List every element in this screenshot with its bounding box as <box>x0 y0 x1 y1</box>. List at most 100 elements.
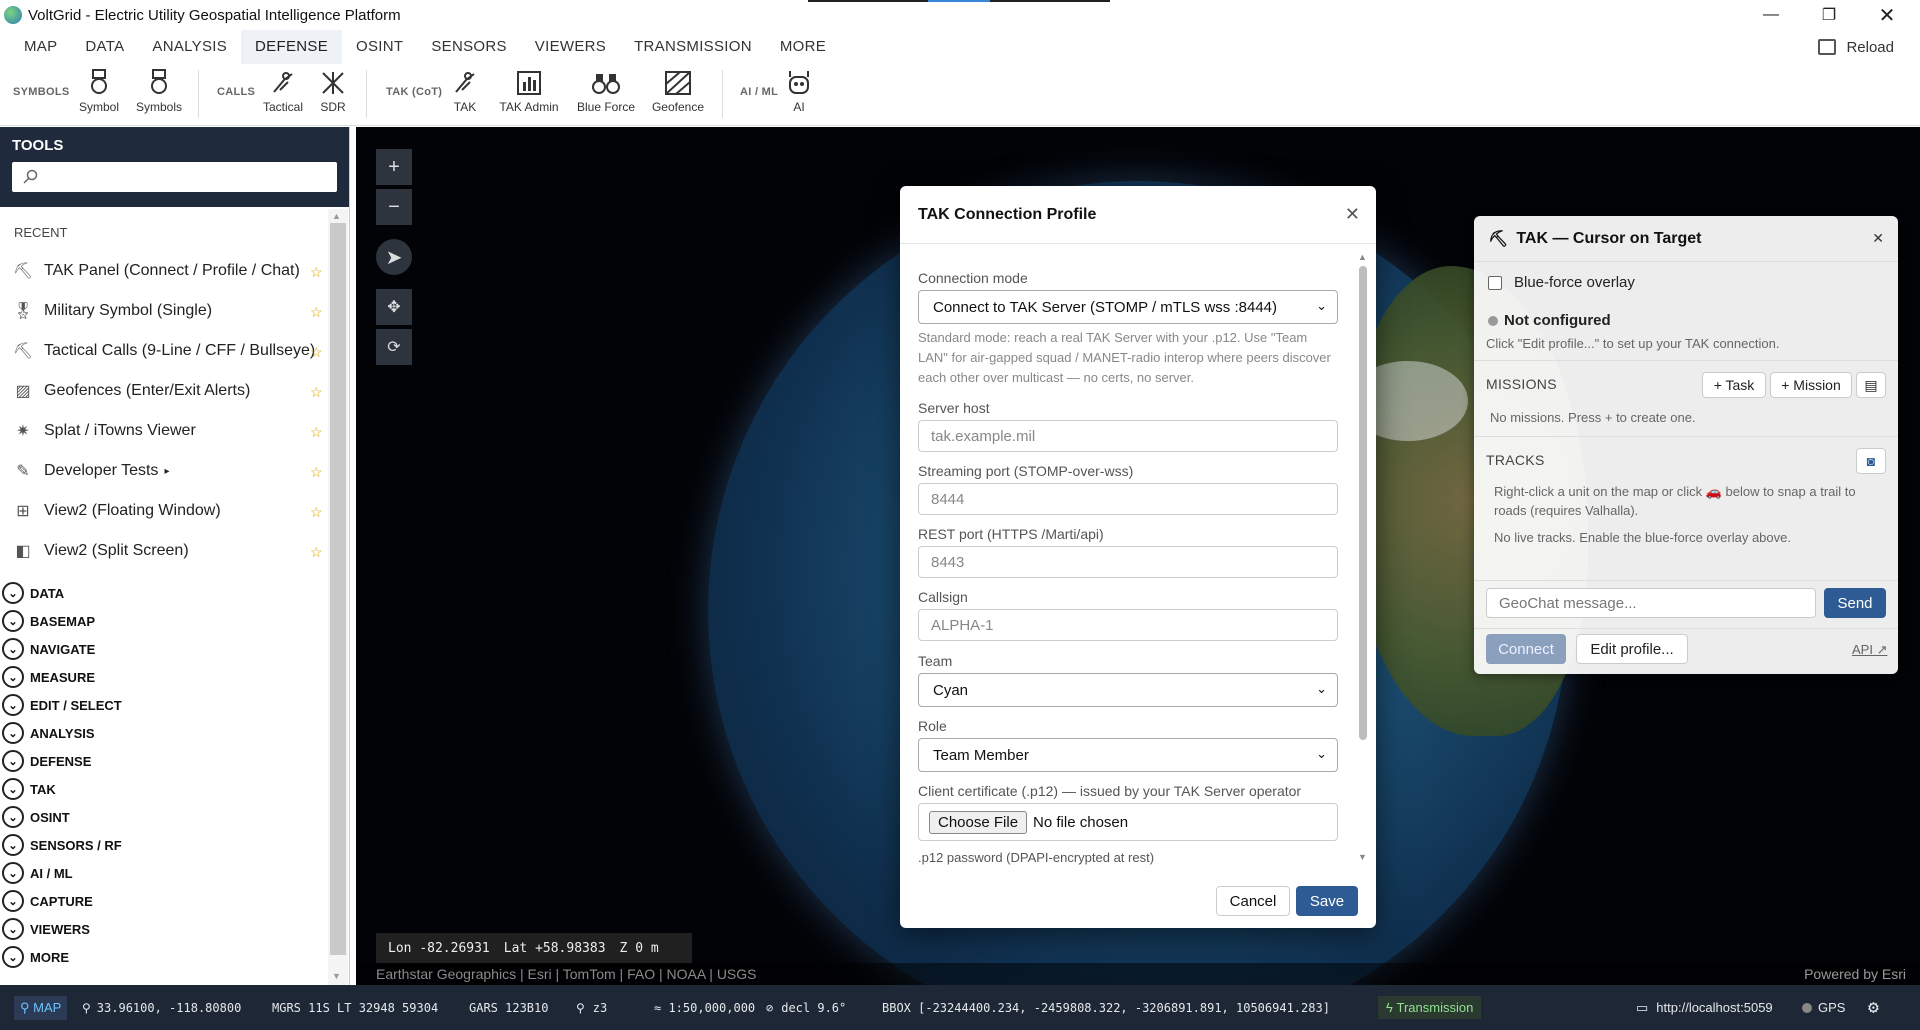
category-more[interactable]: ⌄ MORE <box>2 945 69 969</box>
save-button[interactable]: Save <box>1296 886 1358 916</box>
callsign-input[interactable]: ALPHA-1 <box>918 609 1338 641</box>
star-icon[interactable]: ☆ <box>310 544 323 561</box>
tools-search-input[interactable] <box>12 162 337 192</box>
tab-sensors[interactable]: SENSORS <box>417 30 520 64</box>
send-button[interactable]: Send <box>1824 588 1886 618</box>
star-icon[interactable]: ☆ <box>310 344 323 361</box>
cancel-button[interactable]: Cancel <box>1216 886 1290 916</box>
tracks-settings-icon[interactable]: ◙ <box>1856 448 1886 474</box>
star-icon[interactable]: ☆ <box>310 424 323 441</box>
rest-port-input[interactable]: 8443 <box>918 546 1338 578</box>
blue-force-button[interactable]: Blue Force <box>574 68 638 114</box>
close-icon[interactable]: ✕ <box>1345 204 1360 225</box>
category-sensors-rf[interactable]: ⌄ SENSORS / RF <box>2 833 122 857</box>
ribbon-divider <box>722 70 723 118</box>
add-task-button[interactable]: + Task <box>1702 372 1766 398</box>
category-edit-select[interactable]: ⌄ EDIT / SELECT <box>2 693 122 717</box>
tab-transmission[interactable]: TRANSMISSION <box>620 30 766 64</box>
recent-item-view2-floating[interactable]: ⊞ View2 (Floating Window) <box>12 493 322 529</box>
zoom-out-button[interactable]: − <box>376 189 412 225</box>
star-icon[interactable]: ☆ <box>310 384 323 401</box>
connection-mode-select[interactable]: Connect to TAK Server (STOMP / mTLS wss … <box>918 290 1338 324</box>
tab-more[interactable]: MORE <box>766 30 840 64</box>
recent-item-splat-viewer[interactable]: ✷ Splat / iTowns Viewer <box>12 413 322 449</box>
star-icon[interactable]: ☆ <box>310 264 323 281</box>
category-measure[interactable]: ⌄ MEASURE <box>2 665 95 689</box>
minimize-button[interactable]: — <box>1742 0 1800 30</box>
powered-by-esri-link[interactable]: Powered by Esri <box>1804 966 1906 982</box>
status-server[interactable]: ▭ http://localhost:5059 <box>1636 985 1773 1030</box>
scroll-down-icon[interactable]: ▼ <box>1358 852 1367 862</box>
map-mode-badge[interactable]: ⚲ MAP <box>14 985 68 1030</box>
star-icon[interactable]: ☆ <box>310 504 323 521</box>
rotate-icon[interactable]: ⟳ <box>376 329 412 365</box>
dialog-scrollbar[interactable]: ▲ ▼ <box>1356 250 1370 866</box>
lon-value: -82.26931 <box>419 940 490 956</box>
compass-icon[interactable]: ➤ <box>376 239 412 275</box>
category-ai-ml[interactable]: ⌄ AI / ML <box>2 861 73 885</box>
scrollbar-thumb[interactable] <box>1359 266 1367 740</box>
tab-analysis[interactable]: ANALYSIS <box>138 30 241 64</box>
tak-admin-button[interactable]: TAK Admin <box>496 68 562 114</box>
category-analysis[interactable]: ⌄ ANALYSIS <box>2 721 95 745</box>
star-icon[interactable]: ☆ <box>310 464 323 481</box>
recent-item-view2-split[interactable]: ◧ View2 (Split Screen) <box>12 533 322 569</box>
star-icon[interactable]: ☆ <box>310 304 323 321</box>
connect-button[interactable]: Connect <box>1486 634 1566 664</box>
blue-force-toggle[interactable]: Blue-force overlay <box>1488 274 1635 291</box>
tab-osint[interactable]: OSINT <box>342 30 417 64</box>
streaming-port-input[interactable]: 8444 <box>918 483 1338 515</box>
recent-item-tak-panel[interactable]: ⛏ TAK Panel (Connect / Profile / Chat) <box>12 253 322 289</box>
category-viewers[interactable]: ⌄ VIEWERS <box>2 917 90 941</box>
scroll-down-icon[interactable]: ▼ <box>332 971 341 981</box>
reload-button[interactable]: Reload <box>1818 30 1894 64</box>
gear-icon[interactable]: ⚙ <box>1868 985 1879 1030</box>
sdr-button[interactable]: SDR <box>316 68 350 114</box>
clipboard-icon[interactable]: ▤ <box>1856 372 1886 398</box>
status-bar: ⚲ MAP ⚲ 33.96100, -118.80800 MGRS 11S LT … <box>0 985 1920 1030</box>
restore-button[interactable]: ❐ <box>1800 0 1858 30</box>
category-defense[interactable]: ⌄ DEFENSE <box>2 749 91 773</box>
ai-button[interactable]: AI <box>782 68 816 114</box>
pan-icon[interactable]: ✥ <box>376 289 412 325</box>
symbols-button[interactable]: Symbols <box>134 68 184 114</box>
category-navigate[interactable]: ⌄ NAVIGATE <box>2 637 95 661</box>
client-cert-file-input[interactable]: Choose File No file chosen <box>918 803 1338 841</box>
choose-file-button[interactable]: Choose File <box>929 810 1028 834</box>
scroll-up-icon[interactable]: ▲ <box>332 211 341 221</box>
zoom-in-button[interactable]: + <box>376 149 412 185</box>
team-select[interactable]: Cyan ⌄ <box>918 673 1338 707</box>
recent-item-tactical-calls[interactable]: ⛏ Tactical Calls (9-Line / CFF / Bullseye… <box>12 333 322 369</box>
status-gps[interactable]: GPS <box>1802 985 1845 1030</box>
scrollbar-thumb[interactable] <box>330 223 346 955</box>
close-window-button[interactable]: ✕ <box>1858 0 1916 30</box>
recent-item-developer-tests[interactable]: ✎ Developer Tests ▸ <box>12 453 322 489</box>
add-mission-button[interactable]: + Mission <box>1770 372 1852 398</box>
role-select[interactable]: Team Member ⌄ <box>918 738 1338 772</box>
tab-data[interactable]: DATA <box>71 30 138 64</box>
blue-force-checkbox[interactable] <box>1488 275 1502 290</box>
edit-profile-button[interactable]: Edit profile... <box>1576 634 1688 664</box>
scroll-up-icon[interactable]: ▲ <box>1358 252 1367 262</box>
geochat-input[interactable]: GeoChat message... <box>1486 588 1816 618</box>
category-osint[interactable]: ⌄ OSINT <box>2 805 70 829</box>
recent-item-military-symbol[interactable]: 🎖 Military Symbol (Single) <box>12 293 322 329</box>
tab-viewers[interactable]: VIEWERS <box>521 30 620 64</box>
category-tak[interactable]: ⌄ TAK <box>2 777 56 801</box>
sidebar-scrollbar[interactable]: ▲ ▼ <box>328 209 348 985</box>
category-basemap[interactable]: ⌄ BASEMAP <box>2 609 95 633</box>
tab-defense[interactable]: DEFENSE <box>241 30 342 64</box>
close-icon[interactable]: ✕ <box>1872 230 1884 247</box>
category-capture[interactable]: ⌄ CAPTURE <box>2 889 93 913</box>
tab-map[interactable]: MAP <box>0 30 71 64</box>
category-data[interactable]: ⌄ DATA <box>2 581 64 605</box>
tak-button[interactable]: TAK <box>448 68 482 114</box>
geofence-button[interactable]: Geofence <box>648 68 708 114</box>
server-host-input[interactable]: tak.example.mil <box>918 420 1338 452</box>
category-label: EDIT / SELECT <box>30 697 122 713</box>
tactical-button[interactable]: Tactical <box>258 68 308 114</box>
transmission-badge[interactable]: ϟ Transmission <box>1378 985 1482 1030</box>
api-link[interactable]: API ↗ <box>1852 640 1887 659</box>
recent-item-geofences[interactable]: ▨ Geofences (Enter/Exit Alerts) <box>12 373 322 409</box>
symbol-button[interactable]: Symbol <box>74 68 124 114</box>
